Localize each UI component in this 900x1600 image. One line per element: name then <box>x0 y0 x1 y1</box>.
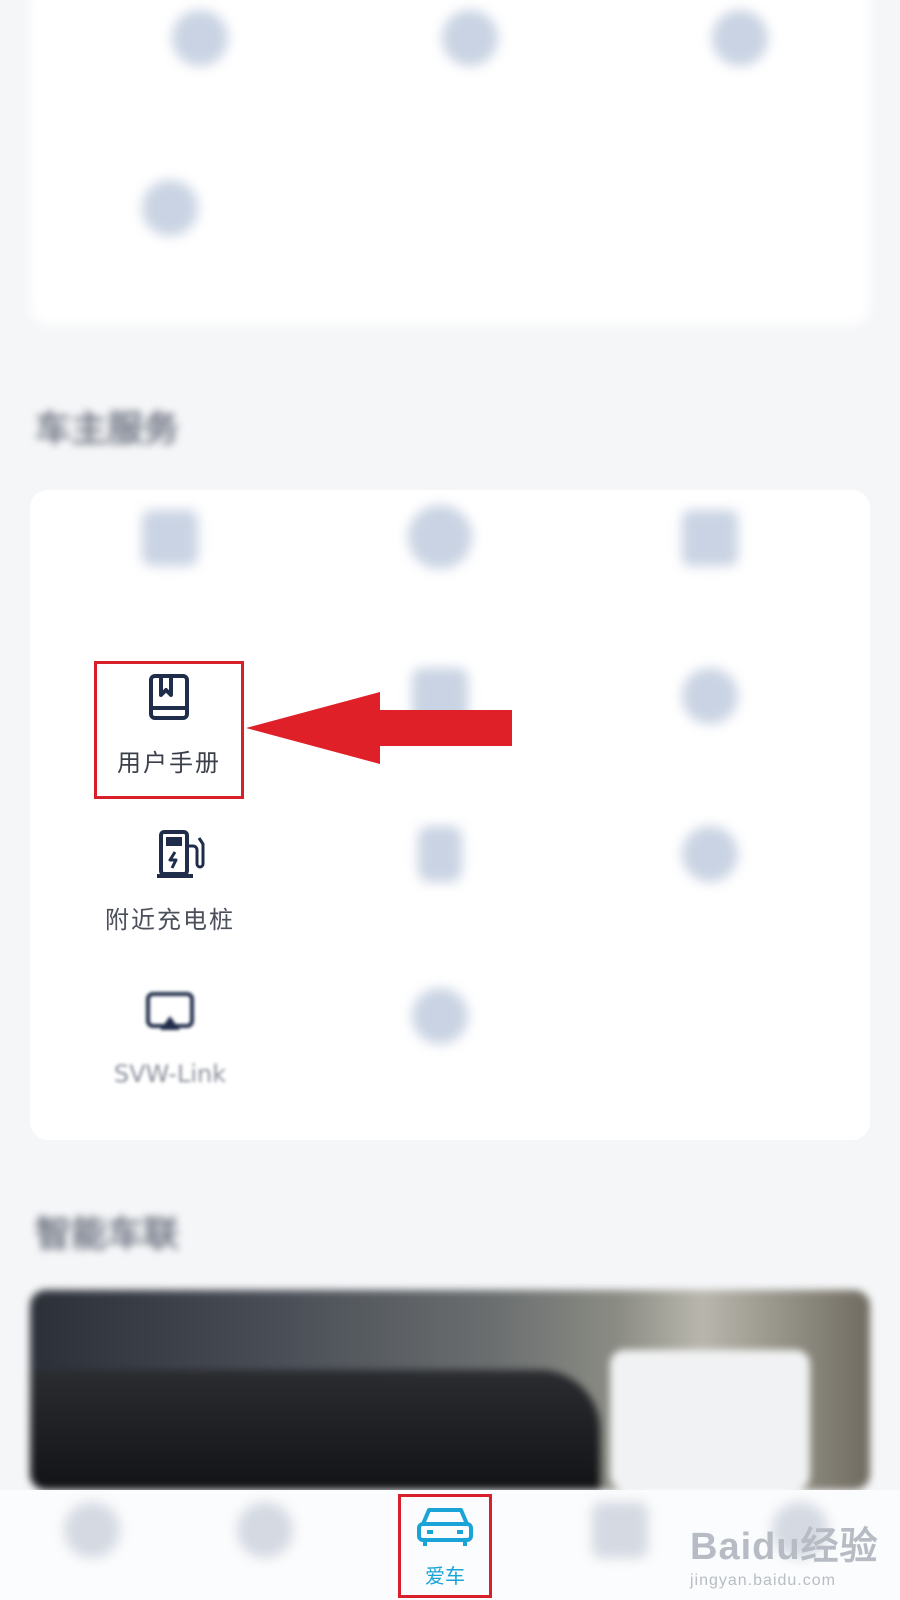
discover-icon <box>237 1502 293 1558</box>
watermark-url: jingyan.baidu.com <box>690 1572 836 1589</box>
blurred-icon <box>142 180 198 236</box>
section-title-services: 车主服务 <box>35 409 180 450</box>
service-label <box>340 900 540 922</box>
service-icon <box>682 826 738 882</box>
service-icon <box>412 988 468 1044</box>
nav-label <box>560 1570 680 1594</box>
red-arrow-pointer <box>246 692 512 764</box>
nav-label <box>32 1570 152 1594</box>
banner-panel <box>610 1350 810 1490</box>
service-tile[interactable] <box>610 826 810 922</box>
nav-tab-home[interactable] <box>32 1502 152 1594</box>
service-label <box>610 900 810 922</box>
document-icon <box>142 510 198 566</box>
nav-tab-discover[interactable] <box>205 1502 325 1594</box>
service-tile[interactable] <box>340 826 540 922</box>
service-label <box>70 584 270 606</box>
service-icon <box>408 505 472 569</box>
blurred-label <box>370 84 570 106</box>
service-tile[interactable] <box>610 510 810 606</box>
top-services-card <box>30 0 870 325</box>
baidu-watermark: Baidu经验 jingyan.baidu.com <box>690 1515 879 1590</box>
screen-mirror-icon <box>146 992 194 1030</box>
blurred-icon <box>442 10 498 66</box>
section-title-interconnect: 智能车联 <box>35 1214 180 1255</box>
service-icon <box>418 826 462 882</box>
my-car-highlight-box <box>398 1494 492 1598</box>
service-label <box>610 742 810 764</box>
watermark-brand: Baidu经验 <box>690 1526 879 1568</box>
service-label <box>340 1062 540 1084</box>
service-icon <box>682 668 738 724</box>
nav-tab-shop[interactable] <box>560 1502 680 1594</box>
blurred-label <box>100 84 300 106</box>
blurred-label <box>640 84 840 106</box>
warning-icon <box>682 510 738 566</box>
blurred-label <box>70 254 270 276</box>
charging-station-icon <box>157 830 205 878</box>
blurred-tile[interactable] <box>640 10 840 106</box>
service-label <box>340 587 540 609</box>
service-label <box>610 584 810 606</box>
service-tile[interactable] <box>70 510 270 606</box>
shop-icon <box>592 1502 648 1558</box>
service-tile[interactable] <box>610 668 810 764</box>
nearby-charging-tile[interactable]: 附近充电桩 <box>100 826 240 935</box>
home-icon <box>64 1502 120 1558</box>
svw-link-label: SVW-Link <box>113 1060 227 1088</box>
dashboard-shape <box>30 1370 600 1490</box>
promo-banner-image[interactable] <box>30 1290 870 1490</box>
blurred-tile[interactable] <box>70 180 270 276</box>
nav-label <box>205 1570 325 1594</box>
service-tile[interactable] <box>340 988 540 1084</box>
blurred-icon <box>172 10 228 66</box>
svw-link-tile[interactable]: SVW-Link <box>100 990 240 1088</box>
blurred-tile[interactable] <box>370 10 570 106</box>
user-manual-highlight-box <box>94 661 244 799</box>
blurred-icon <box>712 10 768 66</box>
blurred-tile[interactable] <box>100 10 300 106</box>
nearby-charging-label: 附近充电桩 <box>105 906 235 934</box>
service-tile[interactable] <box>340 505 540 609</box>
